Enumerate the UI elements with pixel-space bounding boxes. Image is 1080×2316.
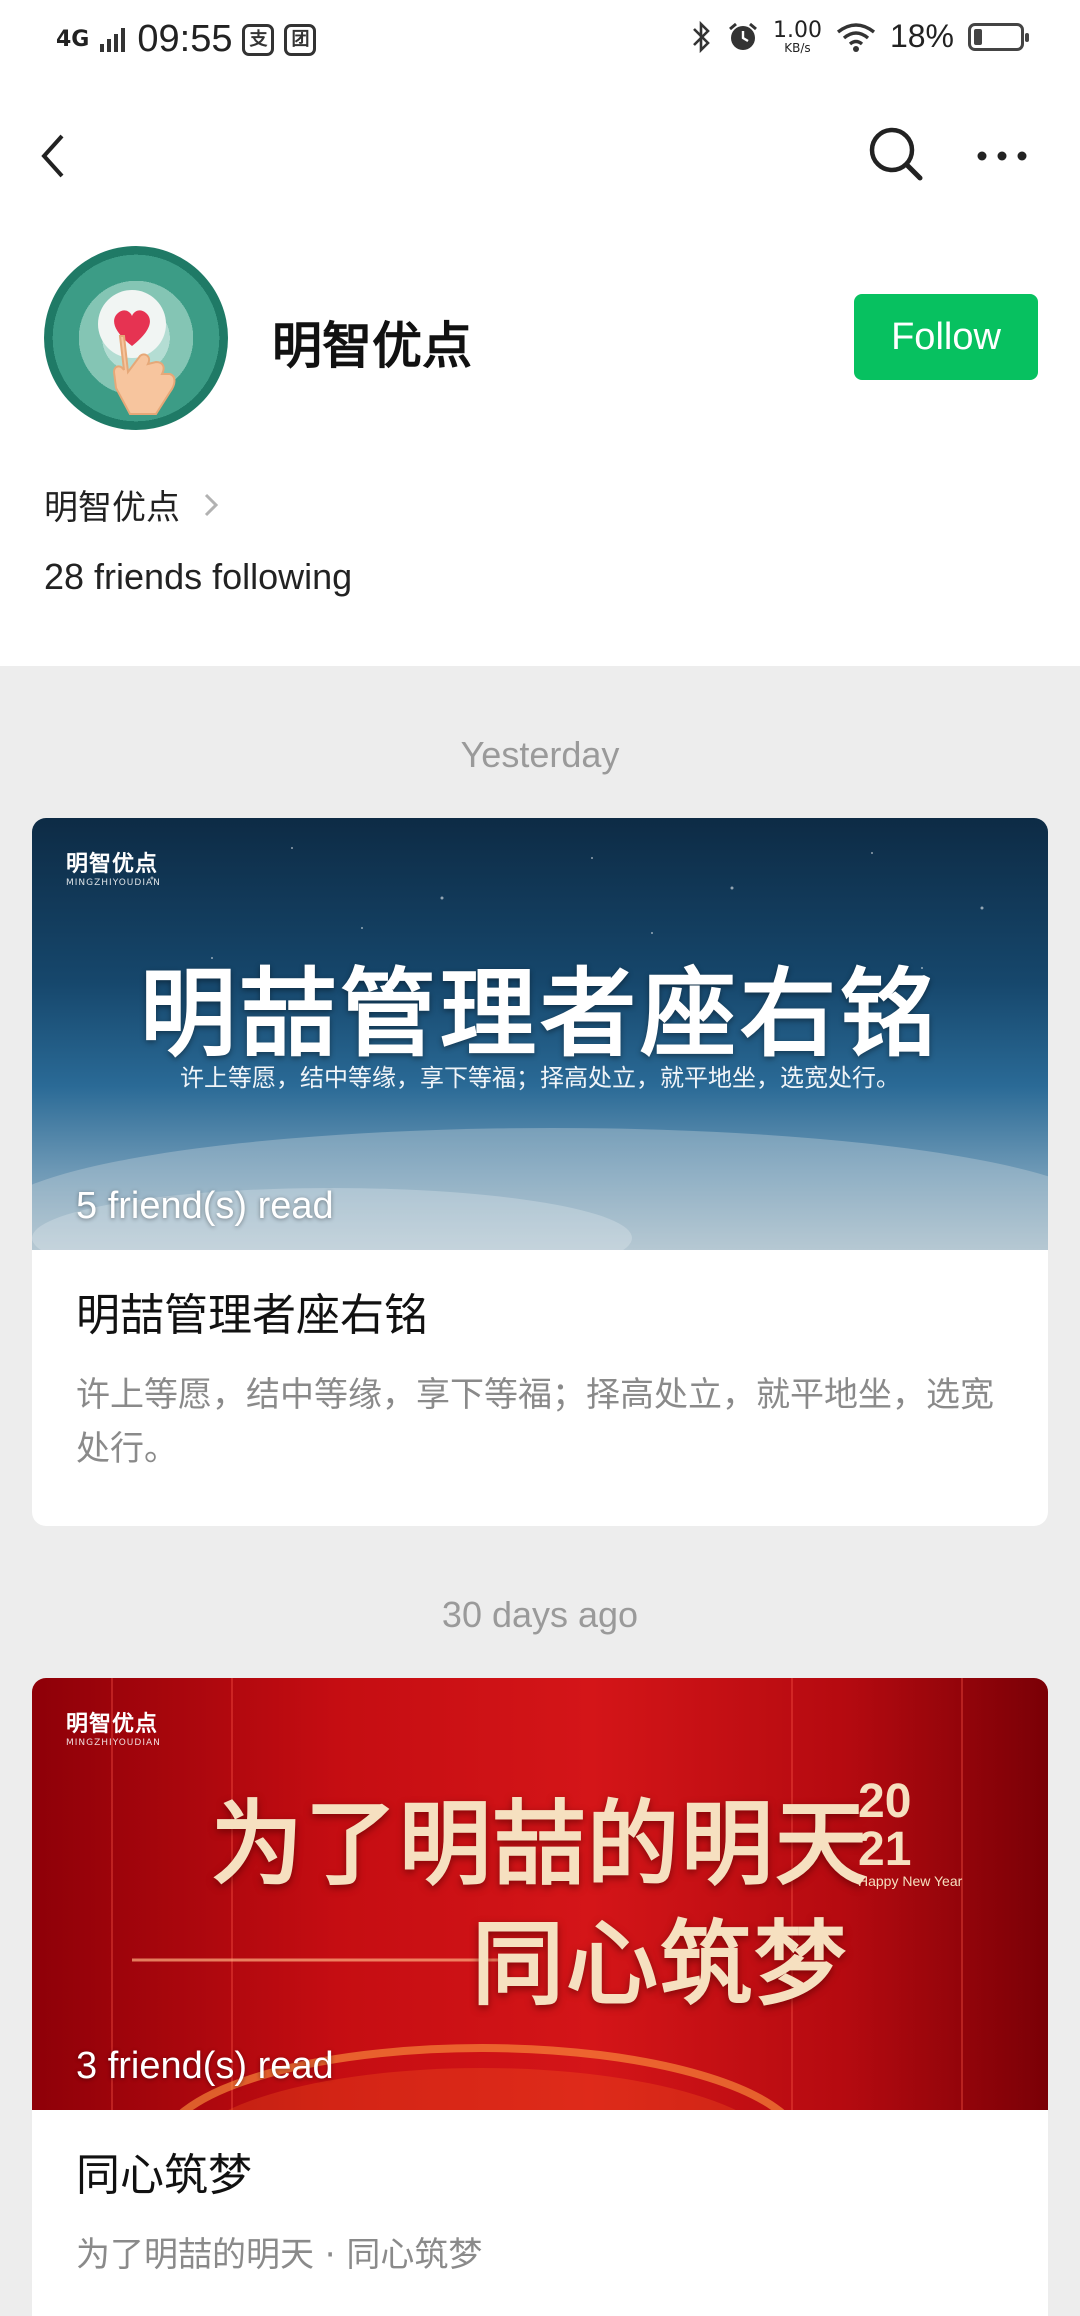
heart-hand-icon [98,290,176,415]
speed-unit: KB/s [784,40,811,55]
speed-value: 1.00 [772,17,822,43]
article-description: 为了明喆的明天 · 同心筑梦 [76,2235,483,2275]
battery-percent: 18% [889,18,954,54]
year-badge: 20 21 Happy New Year [858,1778,962,1889]
friends-read-count: 3 friend(s) read [76,2045,334,2087]
follow-button[interactable]: Follow [854,294,1038,380]
network-speed: 1.00 KB/s [772,17,822,55]
cover-brand-sub: MINGZHIYOUDIAN [66,878,161,888]
cover-brand-name: 明智优点 [66,1712,159,1737]
status-bar: 4G 09:55 支 团 1.00 KB/s 18% [0,0,1080,84]
date-label: Yesterday [460,734,620,775]
article-cover-image[interactable]: 明智优点 MINGZHIYOUDIAN 为了明喆的明天 同心筑梦 20 21 H… [32,1678,1048,2110]
year-top: 20 [858,1775,912,1828]
meituan-notification-icon: 团 [284,23,317,56]
chevron-right-icon [204,493,219,516]
status-time: 09:55 [137,18,233,60]
article-body[interactable]: 同心筑梦 为了明喆的明天 · 同心筑梦 [32,2110,1048,2316]
bluetooth-icon [693,20,710,53]
back-icon[interactable] [30,124,78,188]
network-indicator: 4G [56,26,90,52]
article-card[interactable]: 明智优点 MINGZHIYOUDIAN 为了明喆的明天 同心筑梦 20 21 H… [32,1678,1048,2316]
cover-brand: 明智优点 MINGZHIYOUDIAN [66,846,161,888]
year-caption: Happy New Year [858,1873,963,1889]
signal-icon [100,27,126,52]
cover-subtitle: 许上等愿，结中等缘，享下等福；择高处立，就平地坐，选宽处行。 [180,1064,900,1092]
more-icon[interactable] [970,124,1034,188]
year-bottom: 21 [858,1823,912,1876]
article-description: 许上等愿，结中等缘，享下等福；择高处立，就平地坐，选宽处行。 [76,1375,994,1469]
cover-title: 明喆管理者座右铭 [140,957,940,1070]
article-card[interactable]: 明智优点 MINGZHIYOUDIAN 明喆管理者座右铭 许上等愿，结中等缘，享… [32,818,1048,1526]
article-title[interactable]: 明喆管理者座右铭 [76,1288,1004,1344]
friends-read-count: 5 friend(s) read [76,1185,334,1227]
cover-brand-name: 明智优点 [66,852,159,877]
cover-brand: 明智优点 MINGZHIYOUDIAN [66,1706,161,1748]
search-icon[interactable] [864,122,928,186]
friends-following-count[interactable]: 28 friends following [44,556,352,598]
article-body[interactable]: 明喆管理者座右铭 许上等愿，结中等缘，享下等福；择高处立，就平地坐，选宽处行。 [32,1250,1048,1526]
account-header: 明智优点 Follow 明智优点 28 friends following [0,84,1080,666]
cover-brand-sub: MINGZHIYOUDIAN [66,1738,161,1748]
account-name: 明智优点 [272,317,472,375]
battery-fill [974,28,982,45]
account-profile-label: 明智优点 [44,488,180,528]
article-title[interactable]: 同心筑梦 [76,2148,1004,2204]
account-profile-link[interactable]: 明智优点 [44,480,224,529]
alarm-icon [729,22,757,50]
date-label: 30 days ago [441,1594,639,1635]
cover-title-line-2: 同心筑梦 [471,1910,848,2018]
battery-icon [968,22,1029,51]
alipay-notification-icon: 支 [242,23,275,56]
account-avatar[interactable] [44,246,228,430]
article-cover-image[interactable]: 明智优点 MINGZHIYOUDIAN 明喆管理者座右铭 许上等愿，结中等缘，享… [32,818,1048,1250]
wifi-icon [836,22,875,52]
